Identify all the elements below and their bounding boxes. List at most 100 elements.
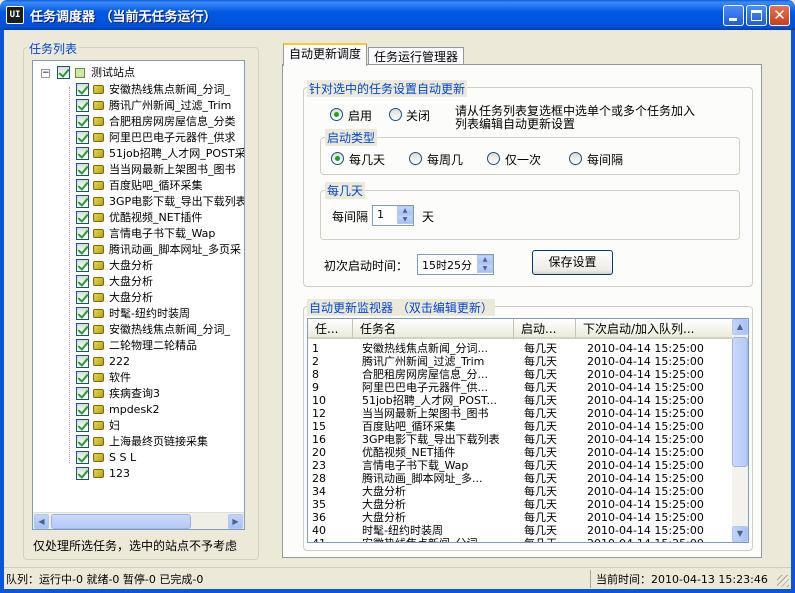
scroll-thumb[interactable]	[51, 514, 191, 529]
type-every-days-radio[interactable]	[331, 152, 344, 165]
tree-item[interactable]: 阿里巴巴电子元器件_供求	[33, 130, 244, 146]
root-checkbox[interactable]	[57, 66, 70, 79]
first-start-time-picker[interactable]: 15时25分 ▲ ▼	[417, 254, 494, 275]
table-row[interactable]: 28 腾讯动画_脚本网址_多... 每几天 2010-04-14 15:25:00	[308, 472, 734, 485]
table-row[interactable]: 20 优酷视频_NET插件 每几天 2010-04-14 15:25:00	[308, 446, 734, 459]
task-checkbox[interactable]	[76, 339, 89, 352]
tree-item[interactable]: 合肥租房网房屋信息_分类	[33, 114, 244, 130]
tree-item[interactable]: 123	[33, 466, 244, 482]
table-row[interactable]: 34 大盘分析 每几天 2010-04-14 15:25:00	[308, 485, 734, 498]
task-checkbox[interactable]	[76, 451, 89, 464]
collapse-icon[interactable]: −	[41, 69, 50, 78]
scroll-right-button[interactable]: ▶	[228, 514, 243, 529]
task-checkbox[interactable]	[76, 467, 89, 480]
col-next-start[interactable]: 下次启动/加入队列...	[576, 319, 734, 339]
tree-item[interactable]: 51job招聘_人才网_POST采	[33, 146, 244, 162]
tree-item[interactable]: 言情电子书下载_Wap	[33, 226, 244, 242]
table-row[interactable]: 35 大盘分析 每几天 2010-04-14 15:25:00	[308, 498, 734, 511]
table-row[interactable]: 40 时髦-纽约时装周 每几天 2010-04-14 15:25:00	[308, 524, 734, 537]
table-row[interactable]: 16 3GP电影下载_导出下载列表 每几天 2010-04-14 15:25:00	[308, 433, 734, 446]
tree-item[interactable]: S S L	[33, 450, 244, 466]
task-tree[interactable]: − 测试站点 安徽热线焦点新闻_分词_ 腾讯广州新闻_过滤_Trim 合肥租房网房屋…	[32, 60, 245, 530]
task-checkbox[interactable]	[76, 195, 89, 208]
task-checkbox[interactable]	[76, 387, 89, 400]
tree-item[interactable]: 腾讯广州新闻_过滤_Trim	[33, 98, 244, 114]
type-weekly-radio[interactable]	[409, 152, 422, 165]
tree-item[interactable]: 当当网最新上架图书_图书	[33, 162, 244, 178]
task-checkbox[interactable]	[76, 147, 89, 160]
table-row[interactable]: 1 安徽热线焦点新闻_分词... 每几天 2010-04-14 15:25:00	[308, 342, 734, 355]
task-checkbox[interactable]	[76, 371, 89, 384]
table-row[interactable]: 8 合肥租房网房屋信息_分... 每几天 2010-04-14 15:25:00	[308, 368, 734, 381]
table-row[interactable]: 15 百度贴吧_循环采集 每几天 2010-04-14 15:25:00	[308, 420, 734, 433]
tree-item[interactable]: 大盘分析	[33, 290, 244, 306]
interval-up-button[interactable]: ▲	[397, 206, 413, 215]
tree-root[interactable]: − 测试站点	[33, 65, 244, 81]
title-bar[interactable]: UI 任务调度器 （当前无任务运行） ✕	[0, 0, 795, 30]
task-checkbox[interactable]	[76, 275, 89, 288]
tree-item[interactable]: 222	[33, 354, 244, 370]
col-start-type[interactable]: 启动...	[514, 319, 576, 339]
tree-item[interactable]: 疾病查询3	[33, 386, 244, 402]
task-checkbox[interactable]	[76, 259, 89, 272]
tree-item[interactable]: 妇	[33, 418, 244, 434]
tree-item[interactable]: mpdesk2	[33, 402, 244, 418]
type-once-radio[interactable]	[487, 152, 500, 165]
table-row[interactable]: 23 言情电子书下载_Wap 每几天 2010-04-14 15:25:00	[308, 459, 734, 472]
close-button[interactable]: ✕	[769, 5, 790, 26]
list-scroll-thumb[interactable]	[732, 337, 748, 467]
interval-days-stepper[interactable]: 1 ▲ ▼	[372, 205, 414, 226]
scroll-left-button[interactable]: ◀	[34, 514, 49, 529]
scroll-down-button[interactable]: ▼	[732, 526, 748, 542]
tree-item[interactable]: 软件	[33, 370, 244, 386]
auto-update-list[interactable]: 任... 任务名 启动... 下次启动/加入队列... 1 安徽热线焦点新闻_分词…	[307, 318, 749, 543]
table-row[interactable]: 12 当当网最新上架图书_图书 每几天 2010-04-14 15:25:00	[308, 407, 734, 420]
scroll-up-button[interactable]: ▲	[732, 319, 748, 335]
task-checkbox[interactable]	[76, 323, 89, 336]
enable-radio[interactable]	[330, 108, 343, 121]
tree-item[interactable]: 安徽热线焦点新闻_分词_	[33, 82, 244, 98]
task-checkbox[interactable]	[76, 211, 89, 224]
time-down-button[interactable]: ▼	[477, 264, 493, 273]
task-checkbox[interactable]	[76, 83, 89, 96]
resize-grip-icon[interactable]	[777, 575, 789, 587]
task-checkbox[interactable]	[76, 419, 89, 432]
col-task-id[interactable]: 任...	[308, 319, 353, 339]
task-checkbox[interactable]	[76, 99, 89, 112]
table-row[interactable]: 10 51job招聘_人才网_POST... 每几天 2010-04-14 15:25…	[308, 394, 734, 407]
tree-item[interactable]: 3GP电影下载_导出下载列表	[33, 194, 244, 210]
table-row[interactable]: 41 安徽热线焦点新闻_分词... 每几天 2010-04-14 15:25:00	[308, 537, 734, 542]
table-row[interactable]: 9 阿里巴巴电子元器件_供... 每几天 2010-04-14 15:25:00	[308, 381, 734, 394]
tree-item[interactable]: 百度贴吧_循环采集	[33, 178, 244, 194]
task-checkbox[interactable]	[76, 403, 89, 416]
task-checkbox[interactable]	[76, 355, 89, 368]
table-row[interactable]: 2 腾讯广州新闻_过滤_Trim 每几天 2010-04-14 15:25:00	[308, 355, 734, 368]
disable-radio[interactable]	[389, 108, 402, 121]
task-checkbox[interactable]	[76, 243, 89, 256]
tree-item[interactable]: 上海最终页链接采集	[33, 434, 244, 450]
task-checkbox[interactable]	[76, 307, 89, 320]
maximize-button[interactable]	[746, 5, 767, 26]
task-checkbox[interactable]	[76, 291, 89, 304]
tree-item[interactable]: 二轮物理二轮精品	[33, 338, 244, 354]
tree-item[interactable]: 腾讯动画_脚本网址_多页采	[33, 242, 244, 258]
tree-item[interactable]: 大盘分析	[33, 258, 244, 274]
minimize-button[interactable]	[723, 5, 744, 26]
tree-item[interactable]: 时髦-纽约时装周	[33, 306, 244, 322]
tree-horizontal-scrollbar[interactable]: ◀ ▶	[33, 512, 244, 529]
task-checkbox[interactable]	[76, 115, 89, 128]
type-interval-radio[interactable]	[569, 152, 582, 165]
task-checkbox[interactable]	[76, 179, 89, 192]
save-settings-button[interactable]: 保存设置	[532, 250, 613, 275]
table-row[interactable]: 36 大盘分析 每几天 2010-04-14 15:25:00	[308, 511, 734, 524]
interval-down-button[interactable]: ▼	[397, 215, 413, 224]
list-vertical-scrollbar[interactable]: ▲ ▼	[732, 319, 748, 542]
task-checkbox[interactable]	[76, 131, 89, 144]
task-checkbox[interactable]	[76, 227, 89, 240]
tree-item[interactable]: 大盘分析	[33, 274, 244, 290]
tree-item[interactable]: 安徽热线焦点新闻_分词_	[33, 322, 244, 338]
col-task-name[interactable]: 任务名	[353, 319, 514, 339]
tree-item[interactable]: 优酷视频_NET插件	[33, 210, 244, 226]
time-up-button[interactable]: ▲	[477, 255, 493, 264]
tab-auto-update[interactable]: 自动更新调度	[283, 43, 368, 66]
